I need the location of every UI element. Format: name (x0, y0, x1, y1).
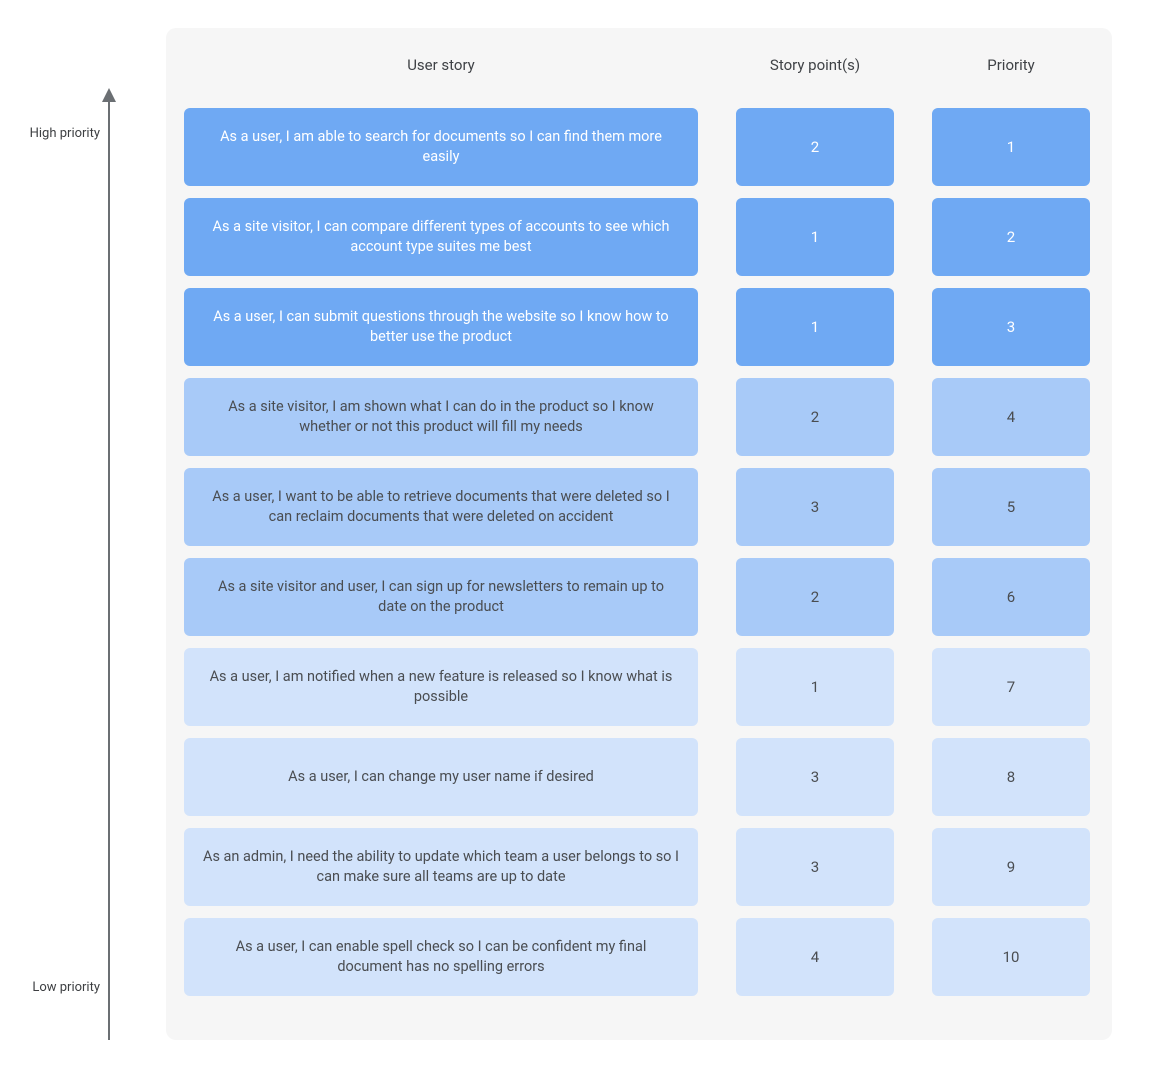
story-cell[interactable]: As a user, I can enable spell check so I… (184, 918, 698, 996)
priority-cell[interactable]: 10 (932, 918, 1090, 996)
points-cell[interactable]: 2 (736, 378, 894, 456)
priority-axis: High priority Low priority (20, 90, 160, 1040)
priority-cell[interactable]: 9 (932, 828, 1090, 906)
backlog-panel: User story Story point(s) Priority As a … (166, 28, 1112, 1040)
story-row: As a user, I am able to search for docum… (184, 108, 1094, 186)
axis-line (108, 90, 110, 1040)
story-row: As an admin, I need the ability to updat… (184, 828, 1094, 906)
priority-cell[interactable]: 3 (932, 288, 1090, 366)
priority-cell[interactable]: 4 (932, 378, 1090, 456)
axis-label-high: High priority (20, 126, 100, 141)
story-cell[interactable]: As a site visitor and user, I can sign u… (184, 558, 698, 636)
priority-cell[interactable]: 7 (932, 648, 1090, 726)
story-row: As a site visitor and user, I can sign u… (184, 558, 1094, 636)
points-cell[interactable]: 4 (736, 918, 894, 996)
priority-cell[interactable]: 8 (932, 738, 1090, 816)
story-row: As a user, I can change my user name if … (184, 738, 1094, 816)
points-cell[interactable]: 3 (736, 738, 894, 816)
priority-cell[interactable]: 1 (932, 108, 1090, 186)
points-cell[interactable]: 2 (736, 558, 894, 636)
priority-cell[interactable]: 2 (932, 198, 1090, 276)
story-row: As a user, I can submit questions throug… (184, 288, 1094, 366)
story-cell[interactable]: As a user, I can change my user name if … (184, 738, 698, 816)
story-cell[interactable]: As a user, I am able to search for docum… (184, 108, 698, 186)
story-cell[interactable]: As a site visitor, I am shown what I can… (184, 378, 698, 456)
header-story-points: Story point(s) (736, 56, 894, 74)
header-row: User story Story point(s) Priority (184, 46, 1094, 74)
story-cell[interactable]: As a user, I want to be able to retrieve… (184, 468, 698, 546)
priority-cell[interactable]: 6 (932, 558, 1090, 636)
story-cell[interactable]: As a user, I can submit questions throug… (184, 288, 698, 366)
story-row: As a user, I want to be able to retrieve… (184, 468, 1094, 546)
points-cell[interactable]: 1 (736, 198, 894, 276)
story-row: As a site visitor, I can compare differe… (184, 198, 1094, 276)
story-cell[interactable]: As an admin, I need the ability to updat… (184, 828, 698, 906)
story-row: As a user, I can enable spell check so I… (184, 918, 1094, 996)
story-row: As a user, I am notified when a new feat… (184, 648, 1094, 726)
header-user-story: User story (184, 56, 698, 74)
story-rows: As a user, I am able to search for docum… (184, 108, 1094, 996)
points-cell[interactable]: 1 (736, 648, 894, 726)
points-cell[interactable]: 1 (736, 288, 894, 366)
story-row: As a site visitor, I am shown what I can… (184, 378, 1094, 456)
axis-label-low: Low priority (20, 980, 100, 995)
story-cell[interactable]: As a site visitor, I can compare differe… (184, 198, 698, 276)
points-cell[interactable]: 2 (736, 108, 894, 186)
points-cell[interactable]: 3 (736, 828, 894, 906)
priority-cell[interactable]: 5 (932, 468, 1090, 546)
story-cell[interactable]: As a user, I am notified when a new feat… (184, 648, 698, 726)
header-priority: Priority (932, 56, 1090, 74)
points-cell[interactable]: 3 (736, 468, 894, 546)
